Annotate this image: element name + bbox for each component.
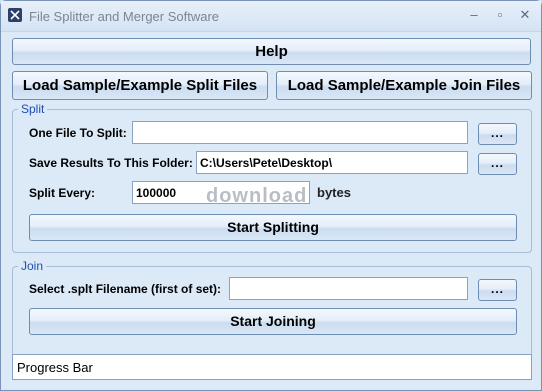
- save-folder-browse-button[interactable]: ...: [478, 153, 517, 175]
- start-splitting-button[interactable]: Start Splitting: [29, 214, 517, 241]
- help-button[interactable]: Help: [12, 38, 531, 65]
- app-icon: [8, 8, 22, 22]
- start-joining-button[interactable]: Start Joining: [29, 308, 517, 335]
- select-splt-browse-button[interactable]: ...: [478, 279, 517, 301]
- join-group-label: Join: [18, 259, 47, 273]
- close-icon[interactable]: ✕: [515, 7, 535, 23]
- app-window: File Splitter and Merger Software – ▫ ✕ …: [0, 0, 542, 391]
- select-splt-label: Select .splt Filename (first of set):: [29, 282, 222, 296]
- save-folder-input[interactable]: C:\Users\Pete\Desktop\: [196, 151, 468, 174]
- client-area: Help Load Sample/Example Split Files Loa…: [2, 32, 540, 388]
- save-folder-label: Save Results To This Folder:: [29, 156, 193, 170]
- progress-bar: Progress Bar: [12, 354, 532, 380]
- maximize-icon[interactable]: ▫: [490, 7, 510, 23]
- one-file-label: One File To Split:: [29, 126, 127, 140]
- one-file-input[interactable]: [132, 121, 468, 144]
- split-every-label: Split Every:: [29, 186, 96, 200]
- select-splt-input[interactable]: [229, 277, 468, 300]
- window-title: File Splitter and Merger Software: [29, 9, 220, 24]
- load-split-samples-button[interactable]: Load Sample/Example Split Files: [12, 71, 268, 100]
- minimize-icon[interactable]: –: [464, 7, 484, 23]
- title-bar[interactable]: File Splitter and Merger Software – ▫ ✕: [1, 1, 541, 32]
- watermark-logo: download: [206, 185, 308, 207]
- split-group-label: Split: [18, 102, 48, 116]
- load-join-samples-button[interactable]: Load Sample/Example Join Files: [276, 71, 532, 100]
- bytes-unit-label: bytes: [317, 185, 351, 200]
- one-file-browse-button[interactable]: ...: [478, 123, 517, 145]
